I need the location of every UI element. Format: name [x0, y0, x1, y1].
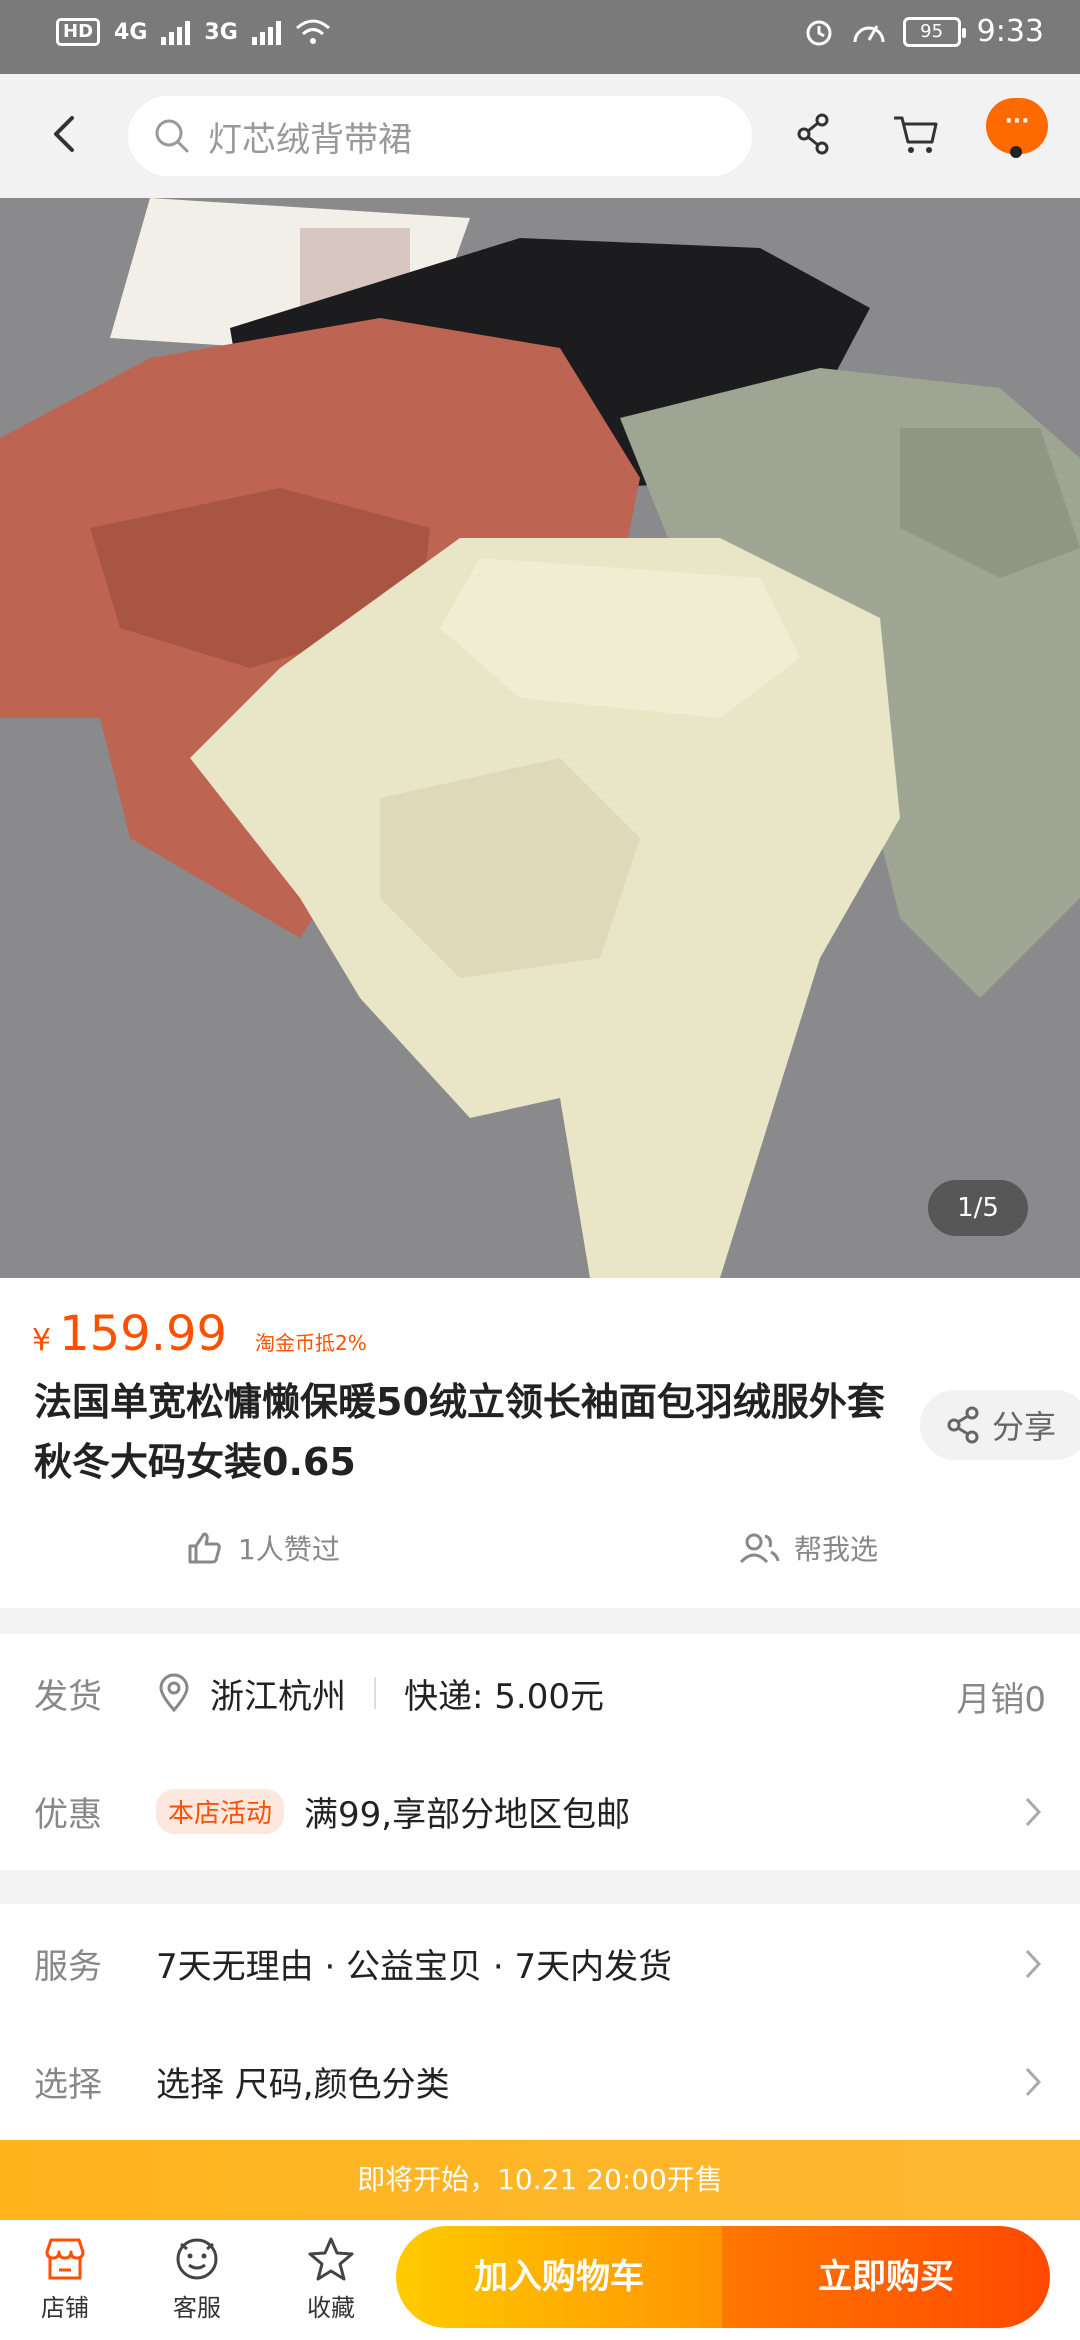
signal-icon-2 — [251, 19, 281, 45]
star-icon — [308, 2237, 354, 2281]
product-photo — [0, 198, 1080, 1278]
like-button[interactable]: 1人赞过 — [184, 1528, 340, 1568]
shipping-location: 浙江杭州 — [210, 1676, 346, 1717]
clock: 9:33 — [976, 14, 1044, 49]
cart-icon[interactable] — [886, 104, 946, 164]
status-bar: HD 4G 3G 95 9:33 — [0, 0, 1080, 74]
promo-row[interactable]: 优惠 本店活动 满99,享部分地区包邮 — [0, 1752, 1080, 1870]
chat-face-icon — [176, 2238, 218, 2280]
back-icon[interactable] — [36, 104, 96, 164]
currency-symbol: ¥ — [32, 1323, 52, 1358]
service-select-section: 服务 7天无理由 · 公益宝贝 · 7天内发货 选择 选择 尺码,颜色分类 — [0, 1904, 1080, 2140]
hd-indicator: HD — [56, 18, 101, 46]
speed-icon — [853, 24, 885, 42]
status-bar-right: 95 9:33 — [803, 14, 1044, 49]
top-header: 灯芯绒背带裙 ··· — [0, 74, 1080, 198]
image-counter: 1/5 — [928, 1180, 1028, 1236]
shop-label: 店铺 — [41, 2294, 89, 2322]
share-icon-small — [947, 1406, 979, 1444]
shop-tab[interactable]: 店铺 — [10, 2236, 120, 2323]
location-pin-icon — [159, 1673, 189, 1713]
battery-icon: 95 — [902, 16, 966, 47]
help-me-choose-button[interactable]: 帮我选 — [738, 1528, 878, 1568]
bottom-action-bar: 店铺 客服 收藏 加入购物车 立即购买 — [0, 2220, 1080, 2340]
chevron-right-icon — [1025, 1797, 1042, 1827]
promo-label: 优惠 — [34, 1794, 102, 1835]
monthly-sales: 月销0 — [956, 1680, 1046, 1720]
help-choose-label: 帮我选 — [794, 1533, 879, 1566]
chevron-right-icon — [1025, 1949, 1042, 1979]
likes-count: 1人赞过 — [238, 1533, 340, 1566]
coin-discount-badge: 淘金币抵2% — [255, 1331, 367, 1355]
buy-now-button[interactable]: 立即购买 — [722, 2226, 1050, 2328]
select-row[interactable]: 选择 选择 尺码,颜色分类 — [0, 2022, 1080, 2140]
product-image-gallery[interactable]: 1/5 — [0, 198, 1080, 1278]
favorite-label: 收藏 — [307, 2294, 355, 2322]
status-bar-left: HD 4G 3G — [56, 18, 331, 46]
search-icon — [155, 119, 189, 153]
signal-icon — [161, 19, 191, 45]
search-input[interactable]: 灯芯绒背带裙 — [128, 96, 752, 176]
service-text: 7天无理由 · 公益宝贝 · 7天内发货 — [156, 1946, 673, 1987]
service-row[interactable]: 服务 7天无理由 · 公益宝贝 · 7天内发货 — [0, 1904, 1080, 2022]
store-icon — [45, 2238, 85, 2280]
product-info-card: ¥ 159.99 淘金币抵2% 法国单宽松慵懒保暖50绒立领长袖面包羽绒服外套秋… — [0, 1278, 1080, 1608]
chevron-right-icon — [1025, 2067, 1042, 2097]
shipping-row: 发货 浙江杭州 快递: 5.00元 月销0 — [0, 1634, 1080, 1752]
promo-text: 满99,享部分地区包邮 — [304, 1794, 631, 1835]
store-promo-tag: 本店活动 — [156, 1788, 285, 1834]
select-label: 选择 — [34, 2064, 102, 2105]
select-text: 选择 尺码,颜色分类 — [156, 2064, 450, 2105]
price-row: ¥ 159.99 淘金币抵2% — [32, 1306, 371, 1362]
add-to-cart-button[interactable]: 加入购物车 — [396, 2226, 722, 2328]
sim1-label: 4G — [114, 19, 148, 45]
share-icon[interactable] — [784, 104, 844, 164]
shipping-promo-section: 发货 浙江杭州 快递: 5.00元 月销0 优惠 本店活动 满99,享部分地区包… — [0, 1634, 1080, 1870]
service-tab-label: 客服 — [173, 2294, 221, 2322]
express-fee: 快递: 5.00元 — [404, 1676, 604, 1717]
notification-dot — [1010, 146, 1022, 158]
customer-service-tab[interactable]: 客服 — [142, 2236, 252, 2323]
search-placeholder: 灯芯绒背带裙 — [208, 119, 412, 160]
thumbs-up-icon — [188, 1532, 221, 1564]
wifi-icon — [295, 19, 330, 44]
shipping-label: 发货 — [34, 1676, 102, 1717]
product-title: 法国单宽松慵懒保暖50绒立领长袖面包羽绒服外套秋冬大码女装0.65 — [34, 1380, 885, 1484]
presale-banner: 即将开始，10.21 20:00开售 — [0, 2140, 1080, 2220]
people-icon — [739, 1533, 780, 1564]
divider — [374, 1677, 376, 1709]
favorite-tab[interactable]: 收藏 — [276, 2236, 386, 2323]
product-price: 159.99 — [59, 1306, 228, 1362]
share-label: 分享 — [992, 1408, 1057, 1446]
service-label: 服务 — [34, 1946, 102, 1987]
sim2-label: 3G — [204, 19, 238, 45]
share-button[interactable]: 分享 — [920, 1390, 1080, 1460]
alarm-icon — [806, 20, 832, 45]
